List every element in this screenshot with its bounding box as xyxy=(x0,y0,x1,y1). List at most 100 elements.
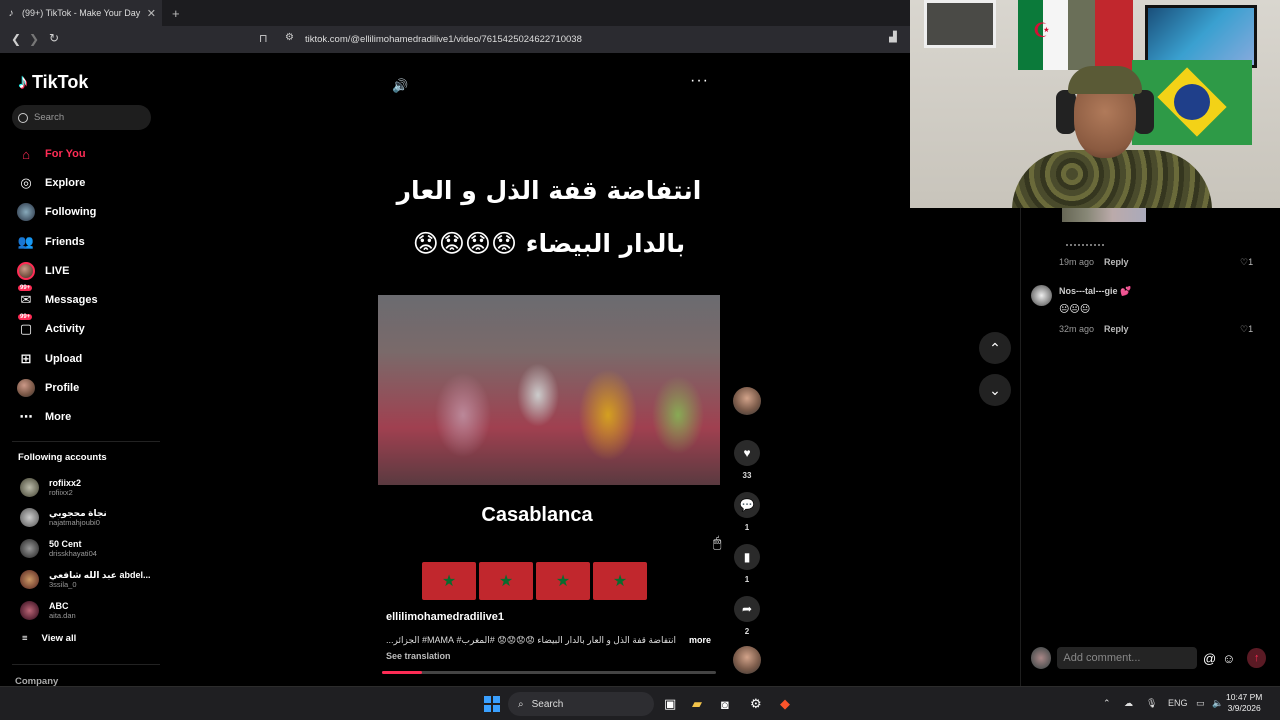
search-icon: ⌕ xyxy=(518,698,524,710)
account-avatar xyxy=(20,477,39,497)
add-comment-bar: Add comment... @ ☺ ↑ xyxy=(1031,646,1266,670)
file-explorer-icon[interactable]: ▰ xyxy=(692,695,702,713)
comment-meta: 19m ago Reply xyxy=(1059,257,1129,267)
tiktok-favicon-icon: ♪ xyxy=(8,7,14,19)
chevron-up-icon: ⌃ xyxy=(989,339,1001,356)
view-all-button[interactable]: ≡ View all xyxy=(22,633,76,644)
video-title-line1: انتفاضة قفة الذل و العار xyxy=(396,176,702,205)
reply-button[interactable]: Reply xyxy=(1104,257,1129,267)
comment-like-button[interactable]: ♡1 xyxy=(1240,257,1253,268)
site-info-icon[interactable]: ⚙ xyxy=(285,32,294,43)
comment-image-thumbnail xyxy=(1062,208,1146,222)
share-button[interactable]: ➦ 2 xyxy=(734,596,760,636)
add-comment-input[interactable]: Add comment... xyxy=(1057,647,1197,669)
morocco-flag-icon: ★ xyxy=(536,562,590,600)
comment-text: 😐😐😐 xyxy=(1059,304,1091,315)
more-dots-icon: ⋯ xyxy=(19,409,33,424)
bookmark-icon[interactable]: ⊓ xyxy=(259,32,268,45)
my-avatar xyxy=(1031,647,1052,669)
account-item[interactable]: rofiixx2 rofiixx2 xyxy=(20,474,81,500)
video-progress-bar[interactable] xyxy=(382,671,716,674)
account-item[interactable]: ABC aita.dan xyxy=(20,597,76,623)
nav-friends[interactable]: 👥 Friends xyxy=(16,231,85,253)
nav-for-you[interactable]: ⌂ For You xyxy=(16,143,85,165)
send-comment-button[interactable]: ↑ xyxy=(1247,648,1266,668)
save-button[interactable]: ▮ 1 xyxy=(734,544,760,584)
network-icon[interactable]: ▭ xyxy=(1196,698,1205,709)
task-view-icon[interactable]: ▣ xyxy=(664,695,676,713)
comment-like-button[interactable]: ♡1 xyxy=(1240,324,1253,335)
video-title-line2: بالدار البيضاء 😟😟😟😟 xyxy=(412,229,686,258)
reload-icon[interactable]: ↻ xyxy=(44,31,64,45)
brave-browser-icon[interactable]: ◆ xyxy=(780,695,790,713)
commenter-name[interactable]: Nos---tal---gie 💕 xyxy=(1059,286,1131,297)
address-bar-row: ❮ ❯ ↻ ⊓ ⚙ tiktok.com/@ellilimohamedradil… xyxy=(0,26,910,53)
account-avatar xyxy=(20,507,39,527)
nav-messages[interactable]: ✉ 99+ Messages xyxy=(16,285,98,311)
sound-avatar-button[interactable] xyxy=(733,646,761,674)
microphone-icon[interactable]: 🎙 xyxy=(1146,698,1157,709)
back-icon[interactable]: ❮ xyxy=(6,32,26,46)
upload-icon: ⊞ xyxy=(20,351,32,366)
mouse-cursor-icon: 🖱 xyxy=(713,534,722,550)
morocco-flag-icon: ★ xyxy=(422,562,476,600)
forward-icon[interactable]: ❯ xyxy=(24,32,44,46)
nav-following[interactable]: Following xyxy=(16,201,96,223)
video-author[interactable]: ellilimohamedradilive1 xyxy=(386,611,504,623)
account-avatar xyxy=(20,569,39,589)
system-clock[interactable]: 10:47 PM 3/9/2026 xyxy=(1226,692,1262,714)
morocco-flags: ★ ★ ★ ★ xyxy=(422,562,647,600)
app-icon[interactable]: ⚙ xyxy=(750,695,762,713)
account-item[interactable]: نجاة محجوبي najatmahjoubi0 xyxy=(20,504,107,530)
search-icon xyxy=(18,112,28,123)
extension-icon[interactable]: ▟ xyxy=(889,32,897,43)
nav-activity[interactable]: ▢ 99+ Activity xyxy=(16,314,85,340)
tiktok-logo[interactable]: ♪ TikTok xyxy=(18,71,88,94)
tray-chevron-icon[interactable]: ⌃ xyxy=(1103,698,1111,709)
bookmark-icon: ▮ xyxy=(734,544,760,570)
language-indicator[interactable]: ENG xyxy=(1168,698,1188,708)
share-icon: ➦ xyxy=(734,596,760,622)
url-text[interactable]: tiktok.com/@ellilimohamedradilive1/video… xyxy=(305,34,582,45)
video-city-caption: Casablanca xyxy=(481,504,593,526)
following-accounts-title: Following accounts xyxy=(18,452,107,463)
commenter-avatar[interactable] xyxy=(1031,285,1052,306)
nav-profile[interactable]: Profile xyxy=(16,377,79,399)
video-more-options-icon[interactable]: ··· xyxy=(690,72,709,90)
browser-tab[interactable]: ♪ (99+) TikTok - Make Your Day ✕ xyxy=(0,0,162,26)
more-button[interactable]: more xyxy=(689,635,711,646)
close-tab-icon[interactable]: ✕ xyxy=(147,7,156,20)
like-count: 33 xyxy=(742,471,752,480)
emoji-icon[interactable]: ☺ xyxy=(1222,651,1235,666)
tab-title: (99+) TikTok - Make Your Day xyxy=(22,8,141,18)
sidebar-divider xyxy=(12,664,160,665)
taskbar-search[interactable]: ⌕ Search xyxy=(508,692,654,716)
morocco-flag-icon: ★ xyxy=(593,562,647,600)
account-item[interactable]: عبد الله شافعي abdel... 3ssila_0 xyxy=(20,566,150,592)
speaker-icon[interactable]: 🔈 xyxy=(1212,698,1223,709)
camera-app-icon[interactable]: ◙ xyxy=(721,695,729,713)
windows-start-icon[interactable] xyxy=(484,696,500,712)
account-item[interactable]: 50 Cent drisskhayati04 xyxy=(20,535,97,561)
previous-video-button[interactable]: ⌃ xyxy=(979,332,1011,364)
see-translation-button[interactable]: See translation xyxy=(386,651,451,661)
author-avatar xyxy=(733,387,761,415)
compass-icon: ◎ xyxy=(20,175,32,190)
windows-taskbar: ⌕ Search ▣ ▰ ◙ ⚙ ◆ ⌃ ☁ 🎙 ENG ▭ 🔈 10:47 P… xyxy=(0,686,1280,720)
nav-more[interactable]: ⋯ More xyxy=(16,406,72,428)
mention-icon[interactable]: @ xyxy=(1203,651,1216,666)
new-tab-button[interactable]: + xyxy=(172,6,180,21)
nav-upload[interactable]: ⊞ Upload xyxy=(16,348,83,370)
tiktok-logo-icon: ♪ xyxy=(18,71,28,93)
nav-explore[interactable]: ◎ Explore xyxy=(16,172,85,194)
nav-live[interactable]: LIVE xyxy=(16,260,69,282)
sidebar-divider xyxy=(12,441,160,442)
author-avatar-button[interactable] xyxy=(733,387,761,415)
onedrive-icon[interactable]: ☁ xyxy=(1124,698,1133,709)
next-video-button[interactable]: ⌄ xyxy=(979,374,1011,406)
search-input[interactable]: Search xyxy=(12,105,151,130)
reply-button[interactable]: Reply xyxy=(1104,324,1129,334)
comment-button[interactable]: 💬 1 xyxy=(734,492,760,532)
volume-icon[interactable]: 🔊 xyxy=(392,78,408,94)
like-button[interactable]: ♥ 33 xyxy=(734,440,760,480)
